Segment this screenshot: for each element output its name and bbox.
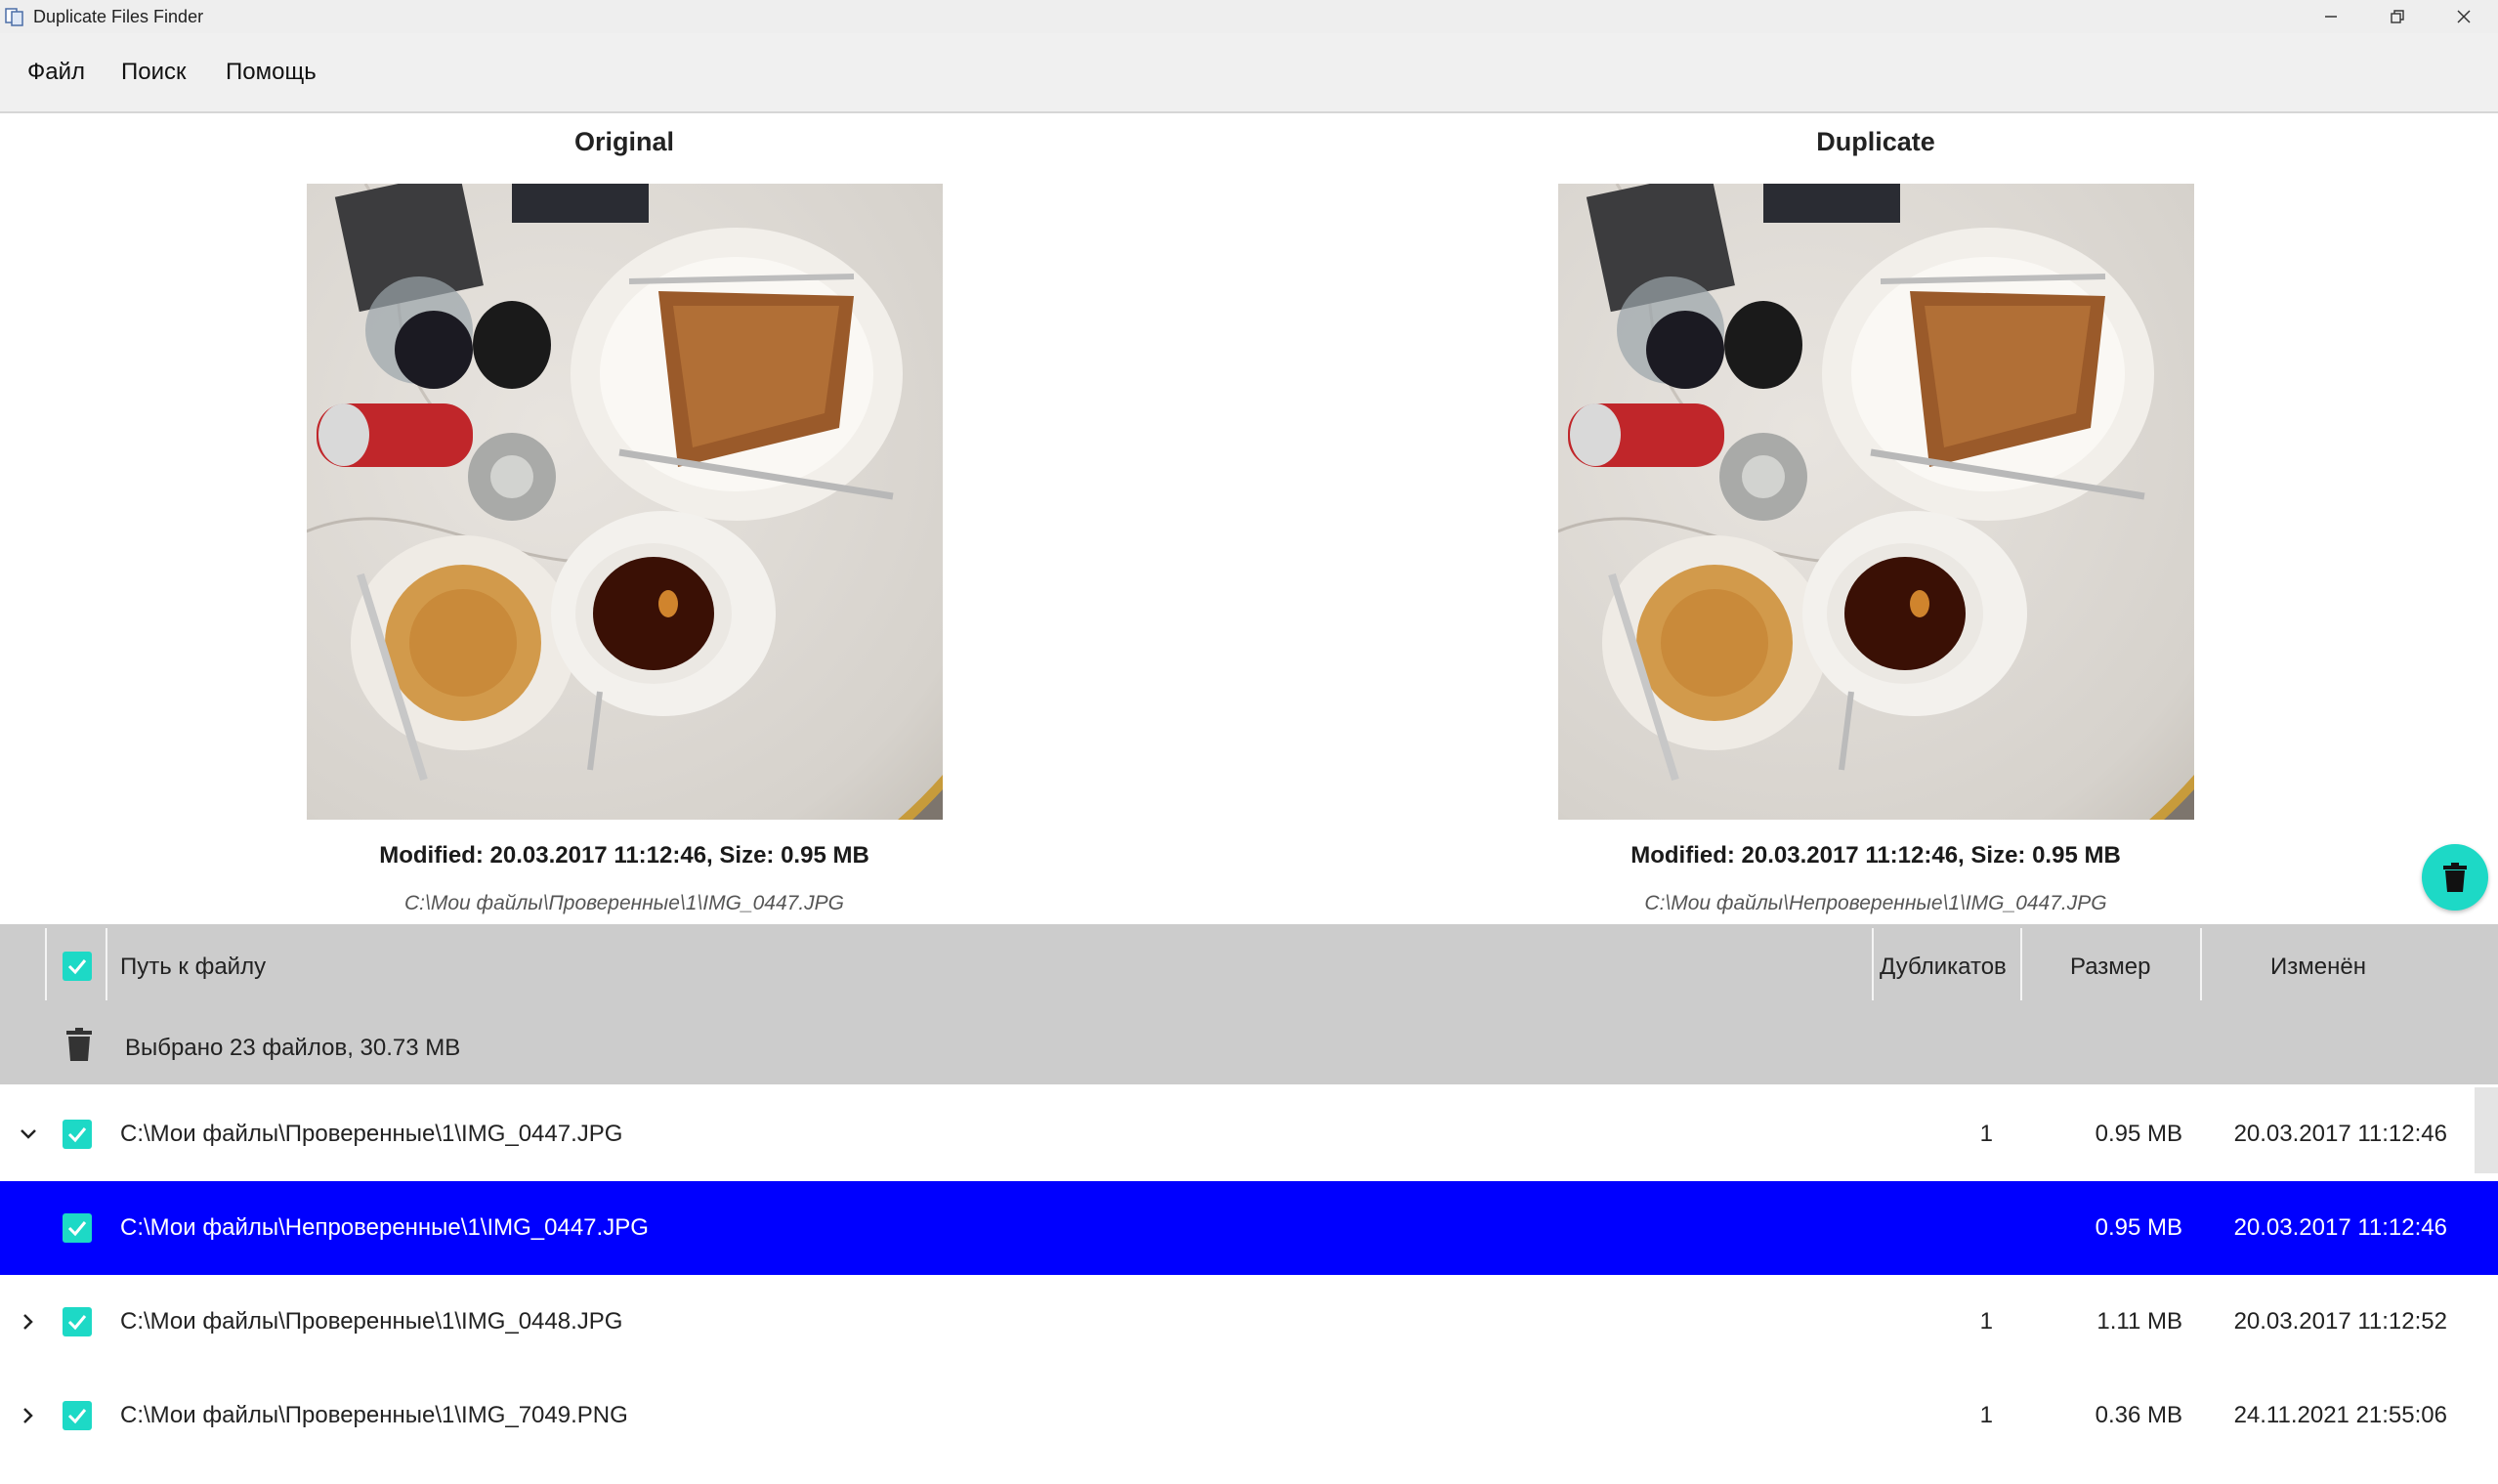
column-header-modified[interactable]: Изменён <box>2270 954 2366 981</box>
table-row-selected[interactable]: C:\Мои файлы\Непроверенные\1\IMG_0447.JP… <box>0 1181 2498 1275</box>
header-divider <box>1872 928 1874 1000</box>
selection-summary: Выбрано 23 файлов, 30.73 MB <box>125 1035 461 1061</box>
chevron-right-icon <box>23 1314 33 1330</box>
row-checkbox[interactable] <box>63 1213 92 1243</box>
row-duplicates: 1 <box>1979 1308 1993 1335</box>
row-path: C:\Мои файлы\Проверенные\1\IMG_7049.PNG <box>120 1402 628 1428</box>
close-button[interactable] <box>2431 0 2497 33</box>
original-image-preview <box>307 184 943 820</box>
title-bar: Duplicate Files Finder <box>0 0 2498 33</box>
minimize-button[interactable] <box>2298 0 2364 33</box>
expand-row-button[interactable] <box>14 1401 43 1430</box>
header-divider <box>2200 928 2202 1000</box>
trash-icon <box>2443 863 2467 892</box>
window-title: Duplicate Files Finder <box>33 7 204 26</box>
checkmark-icon <box>67 1409 87 1424</box>
row-size: 1.11 MB <box>2096 1308 2182 1335</box>
duplicate-path: C:\Мои файлы\Непроверенные\1\IMG_0447.JP… <box>1644 892 2107 914</box>
select-all-checkbox[interactable] <box>63 952 92 981</box>
row-modified: 20.03.2017 11:12:46 <box>2233 1121 2447 1147</box>
row-duplicates: 1 <box>1979 1121 1993 1147</box>
menu-help[interactable]: Помощь <box>226 59 317 86</box>
row-duplicates <box>1856 1181 1993 1275</box>
expand-row-button[interactable] <box>14 1120 43 1149</box>
expand-row-button[interactable] <box>14 1307 43 1336</box>
duplicate-meta: Modified: 20.03.2017 11:12:46, Size: 0.9… <box>1630 842 2121 869</box>
row-path: C:\Мои файлы\Проверенные\1\IMG_0447.JPG <box>120 1121 623 1147</box>
chevron-down-icon <box>21 1129 36 1139</box>
row-duplicates: 1 <box>1979 1402 1993 1428</box>
column-header-duplicates[interactable]: Дубликатов <box>1880 954 2007 981</box>
restore-button[interactable] <box>2364 0 2431 33</box>
row-size: 0.95 MB <box>2095 1214 2182 1241</box>
row-size: 0.36 MB <box>2095 1402 2182 1428</box>
header-divider <box>2020 928 2022 1000</box>
row-modified: 24.11.2021 21:55:06 <box>2233 1402 2447 1428</box>
minimize-icon <box>2325 16 2337 18</box>
row-path: C:\Мои файлы\Непроверенные\1\IMG_0447.JP… <box>120 1214 649 1241</box>
original-path: C:\Мои файлы\Проверенные\1\IMG_0447.JPG <box>404 892 844 914</box>
close-icon <box>2457 10 2471 23</box>
checkmark-icon <box>67 1127 87 1143</box>
column-header-path[interactable]: Путь к файлу <box>120 954 266 981</box>
row-modified: 20.03.2017 11:12:52 <box>2233 1308 2447 1335</box>
row-modified: 20.03.2017 11:12:46 <box>2233 1214 2447 1241</box>
row-path: C:\Мои файлы\Проверенные\1\IMG_0448.JPG <box>120 1308 623 1335</box>
column-header-size[interactable]: Размер <box>2070 954 2151 981</box>
checkmark-icon <box>67 1221 87 1237</box>
header-divider <box>45 928 47 1000</box>
menu-bar: Файл Поиск Помощь <box>0 33 2498 113</box>
scrollbar-thumb[interactable] <box>2475 1087 2498 1173</box>
menu-file[interactable]: Файл <box>27 59 85 86</box>
row-checkbox[interactable] <box>63 1120 92 1149</box>
table-row[interactable]: C:\Мои файлы\Проверенные\1\IMG_0448.JPG … <box>0 1275 2498 1369</box>
header-divider <box>106 928 107 1000</box>
duplicate-pane-title: Duplicate <box>1816 127 1935 156</box>
menu-search[interactable]: Поиск <box>121 59 187 86</box>
chevron-right-icon <box>23 1408 33 1423</box>
delete-duplicate-button[interactable] <box>2422 844 2488 911</box>
original-pane-title: Original <box>573 127 674 156</box>
app-logo-icon <box>5 8 23 26</box>
row-size: 0.95 MB <box>2095 1121 2182 1147</box>
checkmark-icon <box>67 959 87 975</box>
original-meta: Modified: 20.03.2017 11:12:46, Size: 0.9… <box>379 842 869 869</box>
row-checkbox[interactable] <box>63 1307 92 1336</box>
restore-icon <box>2391 10 2404 23</box>
trash-icon[interactable] <box>65 1028 93 1061</box>
table-row[interactable]: C:\Мои файлы\Проверенные\1\IMG_0447.JPG … <box>0 1087 2498 1181</box>
table-row[interactable]: C:\Мои файлы\Проверенные\1\IMG_7049.PNG … <box>0 1369 2498 1463</box>
row-checkbox[interactable] <box>63 1401 92 1430</box>
duplicate-image-preview <box>1558 184 2194 820</box>
checkmark-icon <box>67 1315 87 1331</box>
